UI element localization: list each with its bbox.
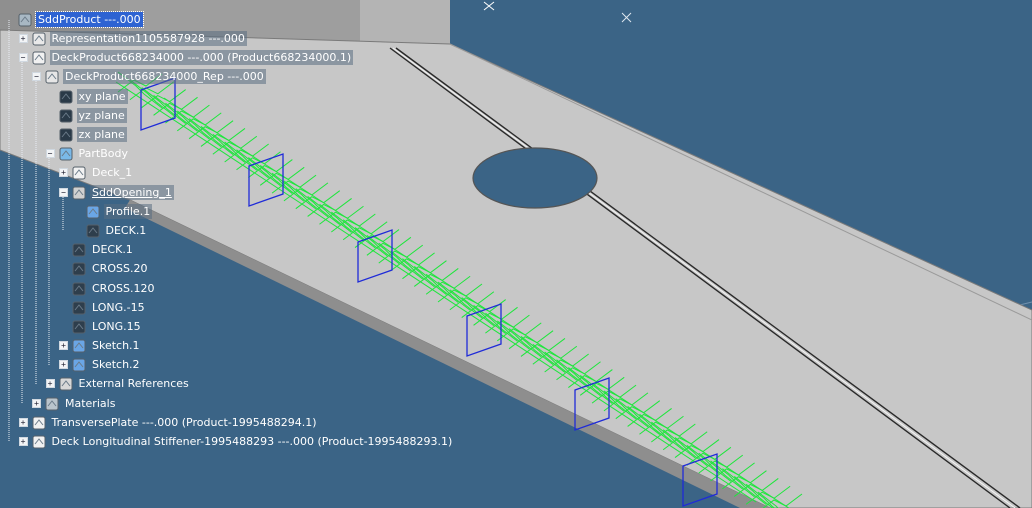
cursor-marker: [483, 1, 495, 11]
tree-item[interactable]: LONG.15: [0, 319, 141, 335]
tree-item[interactable]: − PartBody: [0, 146, 128, 162]
target-marker: [621, 12, 632, 23]
collapse-icon[interactable]: −: [32, 72, 41, 81]
collapse-icon[interactable]: −: [59, 188, 68, 197]
product-icon: [31, 415, 47, 431]
expand-icon[interactable]: +: [18, 437, 28, 446]
tree-item[interactable]: + Representation1105587928 ---.000: [0, 31, 247, 47]
tree-item-label: zx plane: [76, 127, 127, 142]
tree-item[interactable]: + External References: [0, 376, 189, 392]
part-rep-icon: [44, 69, 60, 85]
tree-item[interactable]: xy plane: [0, 89, 128, 105]
tree-item[interactable]: + TransversePlate ---.000 (Product-199548…: [0, 415, 317, 431]
expand-icon[interactable]: +: [59, 168, 68, 177]
tree-item-label: DeckProduct668234000 ---.000 (Product668…: [49, 50, 354, 65]
sketch-icon: [71, 357, 87, 373]
tree-item-label: TransversePlate ---.000 (Product-1995488…: [51, 416, 317, 429]
tree-item-label: DECK.1: [105, 224, 147, 237]
expand-icon[interactable]: +: [59, 341, 68, 350]
tree-item-label: Sketch.1: [92, 339, 140, 352]
deck-icon: [71, 165, 87, 181]
partbody-icon: [58, 146, 74, 162]
surface-icon: [71, 261, 87, 277]
tree-item[interactable]: zx plane: [0, 127, 127, 143]
external-references-icon: [58, 376, 74, 392]
plane-icon: [58, 89, 74, 105]
tree-item[interactable]: DECK.1: [0, 242, 133, 258]
tree-item-label: Sketch.2: [92, 358, 140, 371]
tree-item[interactable]: − SddOpening_1: [0, 185, 174, 201]
tree-item-label: xy plane: [76, 89, 128, 104]
collapse-icon[interactable]: −: [45, 149, 55, 158]
tree-item[interactable]: LONG.-15: [0, 300, 145, 316]
tree-root[interactable]: SddProduct ---.000: [0, 11, 144, 28]
surface-icon: [71, 242, 87, 258]
transverse-plate-side: [360, 0, 450, 44]
tree-item-label: CROSS.20: [92, 262, 148, 275]
tree-item-label: Deck Longitudinal Stiffener-1995488293 -…: [51, 435, 453, 448]
collapse-icon[interactable]: −: [18, 53, 28, 62]
opening-icon: [71, 185, 87, 201]
plane-icon: [58, 108, 74, 124]
expand-icon[interactable]: +: [45, 379, 55, 388]
expand-icon[interactable]: +: [18, 418, 28, 427]
tree-item-label: DECK.1: [92, 243, 133, 256]
tree-item-label: LONG.15: [92, 320, 141, 333]
tree-item[interactable]: CROSS.120: [0, 281, 154, 297]
tree-item[interactable]: + Deck Longitudinal Stiffener-1995488293 …: [0, 434, 452, 450]
tree-item-label: Profile.1: [103, 204, 153, 219]
root-icon: [17, 12, 33, 28]
tree-item[interactable]: − DeckProduct668234000 ---.000 (Product66…: [0, 50, 354, 66]
tree-item-label: Deck_1: [92, 166, 133, 179]
tree-item[interactable]: − DeckProduct668234000_Rep ---.000: [0, 69, 266, 85]
product-icon: [31, 50, 47, 66]
tree-item-label: Representation1105587928 ---.000: [49, 31, 247, 46]
expand-icon[interactable]: +: [32, 399, 41, 408]
tree-item-label: yz plane: [76, 108, 127, 123]
materials-icon: [44, 396, 60, 412]
tree-item[interactable]: + Deck_1: [0, 165, 132, 181]
tree-item[interactable]: CROSS.20: [0, 261, 147, 277]
expand-icon[interactable]: +: [59, 360, 68, 369]
tree-item[interactable]: DECK.1: [0, 223, 146, 239]
tree-item[interactable]: Profile.1: [0, 204, 153, 220]
tree-item-label: Materials: [65, 397, 116, 410]
tree-item-label: DeckProduct668234000_Rep ---.000: [63, 69, 266, 84]
tree-item[interactable]: + Sketch.2: [0, 357, 140, 373]
tree-item-label: CROSS.120: [92, 282, 155, 295]
representation-icon: [31, 31, 47, 47]
tree-item-label: SddProduct ---.000: [35, 11, 144, 28]
tree-item[interactable]: + Sketch.1: [0, 338, 140, 354]
surface-icon: [71, 319, 87, 335]
tree-item-label: SddOpening_1: [90, 185, 174, 200]
surface-icon: [71, 281, 87, 297]
tree-item-label: LONG.-15: [92, 301, 145, 314]
sketch-icon: [71, 338, 87, 354]
profile-icon: [85, 204, 101, 220]
tree-item-label: External References: [78, 377, 189, 390]
circular-opening[interactable]: [472, 147, 598, 209]
product-icon: [31, 434, 47, 450]
surface-icon: [85, 223, 101, 239]
tree-item-label: PartBody: [78, 147, 128, 160]
surface-icon: [71, 300, 87, 316]
tree-item[interactable]: yz plane: [0, 108, 127, 124]
expand-icon[interactable]: +: [18, 34, 28, 43]
tree-item[interactable]: + Materials: [0, 396, 115, 412]
plane-icon: [58, 127, 74, 143]
